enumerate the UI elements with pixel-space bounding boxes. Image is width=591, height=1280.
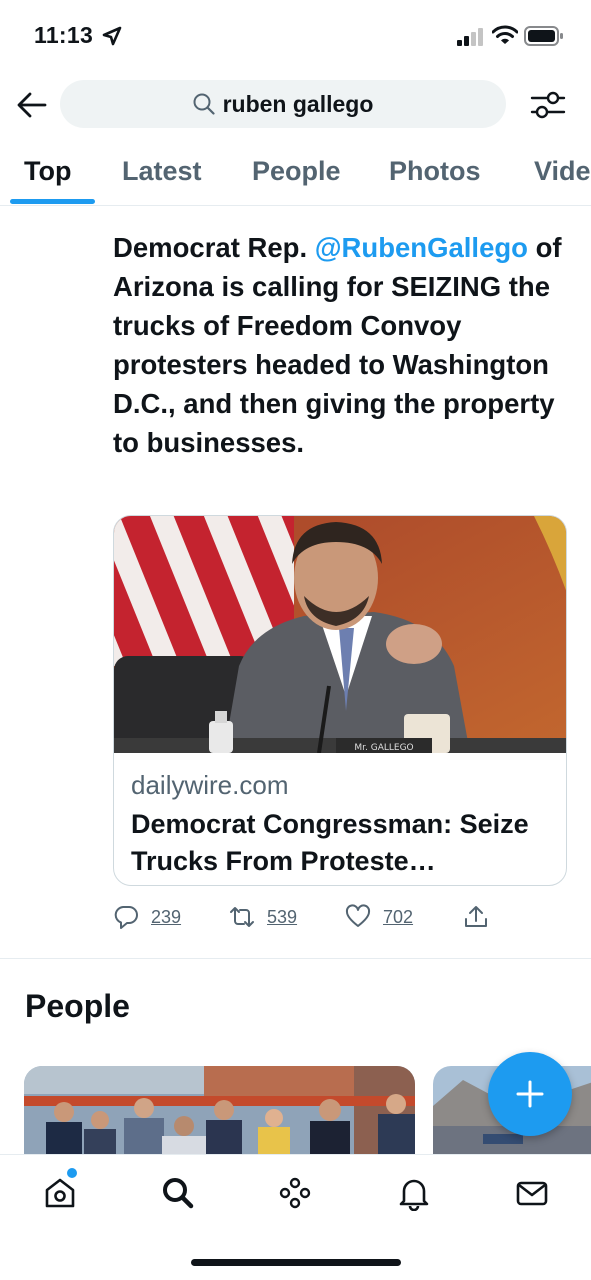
search-icon [193, 93, 215, 115]
home-icon[interactable] [42, 1175, 78, 1211]
retweet-count: 539 [267, 906, 298, 927]
tab-top[interactable]: Top [24, 156, 71, 187]
search-query: ruben gallego [222, 90, 374, 117]
tweet-text-start: Democrat Rep. [113, 232, 315, 263]
location-arrow-icon [102, 26, 122, 46]
search-icon[interactable] [160, 1175, 196, 1211]
link-card[interactable]: Mr. GALLEGO dailywire.com Democrat Congr… [113, 515, 567, 886]
like-count: 702 [383, 906, 414, 927]
compose-button[interactable] [488, 1052, 572, 1136]
card-title: Democrat Congressman: Seize Trucks From … [131, 809, 529, 876]
tab-latest[interactable]: Latest [122, 156, 202, 187]
search-input[interactable]: ruben gallego [60, 80, 506, 128]
search-tabs: Top Latest People Photos Vide [0, 148, 591, 206]
mail-icon[interactable] [514, 1175, 550, 1211]
notification-dot [67, 1168, 77, 1178]
active-tab-indicator [10, 199, 95, 204]
tab-videos[interactable]: Vide [534, 156, 591, 187]
section-divider [0, 958, 591, 959]
reply-icon [114, 906, 138, 929]
card-domain: dailywire.com [131, 770, 289, 800]
heart-icon [345, 904, 371, 927]
tab-people[interactable]: People [252, 156, 341, 187]
tweet-actions: 239 539 702 [113, 900, 573, 934]
spaces-icon[interactable] [277, 1175, 313, 1211]
home-indicator [191, 1259, 401, 1266]
status-time: 11:13 [34, 22, 94, 48]
tweet-text-end: of Arizona is calling for SEIZING the tr… [113, 232, 562, 458]
plus-icon [516, 1080, 544, 1108]
status-bar: 11:13 [0, 0, 591, 72]
tweet-text: Democrat Rep. @RubenGallego of Arizona i… [113, 228, 575, 462]
people-card-image[interactable] [24, 1066, 415, 1156]
cellular-signal-icon [457, 28, 483, 46]
share-icon [465, 906, 487, 927]
tab-photos[interactable]: Photos [389, 156, 481, 187]
wifi-icon [492, 25, 518, 44]
nameplate-text: Mr. GALLEGO [354, 743, 413, 753]
like-button[interactable]: 702 [345, 900, 413, 934]
battery-icon [524, 26, 563, 46]
retweet-button[interactable]: 539 [229, 900, 297, 934]
bell-icon[interactable] [396, 1175, 432, 1211]
tweet-mention-link[interactable]: @RubenGallego [315, 232, 528, 263]
filter-sliders-icon[interactable] [528, 86, 568, 124]
back-arrow-icon[interactable] [15, 90, 49, 120]
share-button[interactable] [463, 900, 489, 934]
people-section-title: People [25, 988, 130, 1024]
reply-button[interactable]: 239 [113, 900, 181, 934]
reply-count: 239 [151, 906, 182, 927]
retweet-icon [230, 907, 254, 927]
card-image: Mr. GALLEGO [114, 516, 566, 753]
